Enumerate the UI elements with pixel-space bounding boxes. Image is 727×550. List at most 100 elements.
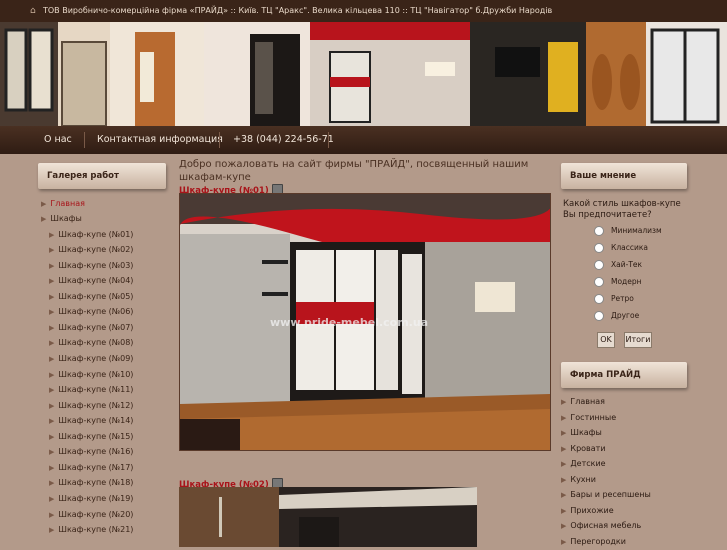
gallery-item[interactable]: ▶ Шкаф-купе (№08)	[49, 335, 133, 350]
arrow-icon: ▶	[49, 324, 55, 332]
gallery-item[interactable]: ▶ Шкаф-купе (№14)	[49, 413, 133, 428]
radio-button[interactable]	[594, 277, 604, 287]
arrow-icon: ▶	[49, 246, 55, 254]
radio-button[interactable]	[594, 226, 604, 236]
arrow-icon: ▶	[49, 464, 55, 472]
arrow-icon: ▶	[49, 402, 55, 410]
poll-option-hitech[interactable]: Хай-Тек	[594, 260, 642, 272]
arrow-icon: ▶	[561, 507, 567, 515]
gallery-item[interactable]: ▶ Шкаф-купе (№20)	[49, 507, 133, 522]
poll-title: Ваше мнение	[561, 163, 687, 189]
arrow-icon: ▶	[561, 460, 567, 468]
arrow-icon: ▶	[49, 277, 55, 285]
nav-phone[interactable]: +38 (044) 224-56-71	[233, 126, 334, 154]
gallery-item[interactable]: ▶ Шкаф-купе (№06)	[49, 304, 133, 319]
print-icon[interactable]	[271, 183, 283, 194]
gallery-item[interactable]: ▶ Шкаф-купе (№04)	[49, 273, 133, 288]
firm-item-living[interactable]: ▶ Гостинные	[561, 410, 616, 425]
gallery-item[interactable]: ▶ Шкаф-купе (№16)	[49, 444, 133, 459]
photo-watermark: www.pride-mebel.com.ua	[270, 316, 429, 329]
header-banner	[0, 22, 727, 126]
arrow-icon: ▶	[561, 429, 567, 437]
arrow-icon: ▶	[49, 293, 55, 301]
arrow-icon: ▶	[49, 262, 55, 270]
nav-divider	[219, 132, 220, 148]
poll-results-button[interactable]: Итоги	[624, 332, 652, 348]
main-content: Добро пожаловать на сайт фирмы "ПРАЙД", …	[179, 158, 551, 490]
poll-option-minimalism[interactable]: Минимализм	[594, 226, 662, 238]
arrow-icon: ▶	[49, 495, 55, 503]
gallery-item[interactable]: ▶ Шкаф-купе (№03)	[49, 258, 133, 273]
poll-option-modern[interactable]: Модерн	[594, 277, 642, 289]
nav-contact[interactable]: Контактная информация	[97, 126, 223, 154]
arrow-icon: ▶	[49, 448, 55, 456]
gallery-item[interactable]: ▶ Шкаф-купе (№09)	[49, 351, 133, 366]
arrow-icon: ▶	[41, 200, 47, 208]
poll-box: Ваше мнение	[561, 163, 687, 189]
firm-box: Фирма ПРАЙД	[561, 362, 687, 388]
gallery-item[interactable]: ▶ Шкаф-купе (№02)	[49, 242, 133, 257]
poll-option-retro[interactable]: Ретро	[594, 294, 634, 306]
firm-item-office[interactable]: ▶ Офисная мебель	[561, 518, 641, 533]
arrow-icon: ▶	[49, 371, 55, 379]
arrow-icon: ▶	[49, 386, 55, 394]
gallery-box: Галерея работ	[38, 163, 166, 189]
nav-divider	[328, 132, 329, 148]
gallery-item[interactable]: ▶ Шкаф-купе (№17)	[49, 460, 133, 475]
firm-item-partitions[interactable]: ▶ Перегородки	[561, 534, 626, 549]
arrow-icon: ▶	[49, 355, 55, 363]
radio-button[interactable]	[594, 260, 604, 270]
radio-button[interactable]	[594, 294, 604, 304]
poll-ok-button[interactable]: OK	[597, 332, 615, 348]
firm-item-hallways[interactable]: ▶ Прихожие	[561, 503, 614, 518]
product-photo-1[interactable]: www.pride-mebel.com.ua	[179, 193, 551, 451]
arrow-icon: ▶	[49, 308, 55, 316]
arrow-icon: ▶	[41, 215, 47, 223]
arrow-icon: ▶	[49, 526, 55, 534]
poll-option-classic[interactable]: Классика	[594, 243, 648, 255]
gallery-item[interactable]: ▶ Шкаф-купе (№10)	[49, 367, 133, 382]
home-icon[interactable]: ⌂	[30, 0, 36, 22]
poll-question: Какой стиль шкафов-купе Вы предпочитаете…	[563, 199, 681, 220]
arrow-icon: ▶	[49, 433, 55, 441]
firm-item-wardrobes[interactable]: ▶ Шкафы	[561, 425, 602, 440]
gallery-item[interactable]: ▶ Шкаф-купе (№01)	[49, 227, 133, 242]
arrow-icon: ▶	[561, 414, 567, 422]
arrow-icon: ▶	[561, 476, 567, 484]
firm-item-beds[interactable]: ▶ Кровати	[561, 441, 606, 456]
arrow-icon: ▶	[561, 398, 567, 406]
gallery-item[interactable]: ▶ Шкаф-купе (№19)	[49, 491, 133, 506]
arrow-icon: ▶	[49, 479, 55, 487]
nav-divider	[84, 132, 85, 148]
gallery-item-home[interactable]: ▶ Главная	[41, 196, 85, 211]
print-icon[interactable]	[271, 477, 283, 488]
gallery-item-wardrobes[interactable]: ▶ Шкафы	[41, 211, 82, 226]
gallery-item[interactable]: ▶ Шкаф-купе (№12)	[49, 398, 133, 413]
banner-photos	[0, 22, 727, 126]
gallery-item[interactable]: ▶ Шкаф-купе (№18)	[49, 475, 133, 490]
firm-item-bars[interactable]: ▶ Бары и ресепшены	[561, 487, 651, 502]
arrow-icon: ▶	[49, 339, 55, 347]
top-info-bar: ⌂ ТОВ Виробничо-комерційна фірма «ПРАЙД»…	[0, 0, 727, 22]
nav-about[interactable]: О нас	[44, 126, 72, 154]
radio-button[interactable]	[594, 243, 604, 253]
gallery-title: Галерея работ	[38, 163, 166, 189]
wardrobe-photo	[179, 487, 477, 547]
firm-item-home[interactable]: ▶ Главная	[561, 394, 605, 409]
gallery-item[interactable]: ▶ Шкаф-купе (№05)	[49, 289, 133, 304]
gallery-item[interactable]: ▶ Шкаф-купе (№15)	[49, 429, 133, 444]
gallery-item[interactable]: ▶ Шкаф-купе (№11)	[49, 382, 133, 397]
firm-item-kitchens[interactable]: ▶ Кухни	[561, 472, 596, 487]
gallery-item[interactable]: ▶ Шкаф-купе (№21)	[49, 522, 133, 537]
company-address: ТОВ Виробничо-комерційна фірма «ПРАЙД» :…	[43, 6, 553, 15]
radio-button[interactable]	[594, 311, 604, 321]
arrow-icon: ▶	[49, 417, 55, 425]
arrow-icon: ▶	[561, 522, 567, 530]
firm-item-kids[interactable]: ▶ Детские	[561, 456, 606, 471]
gallery-item[interactable]: ▶ Шкаф-купе (№07)	[49, 320, 133, 335]
poll-option-other[interactable]: Другое	[594, 311, 639, 323]
arrow-icon: ▶	[561, 445, 567, 453]
product-photo-2[interactable]	[179, 487, 477, 547]
arrow-icon: ▶	[561, 491, 567, 499]
arrow-icon: ▶	[49, 231, 55, 239]
